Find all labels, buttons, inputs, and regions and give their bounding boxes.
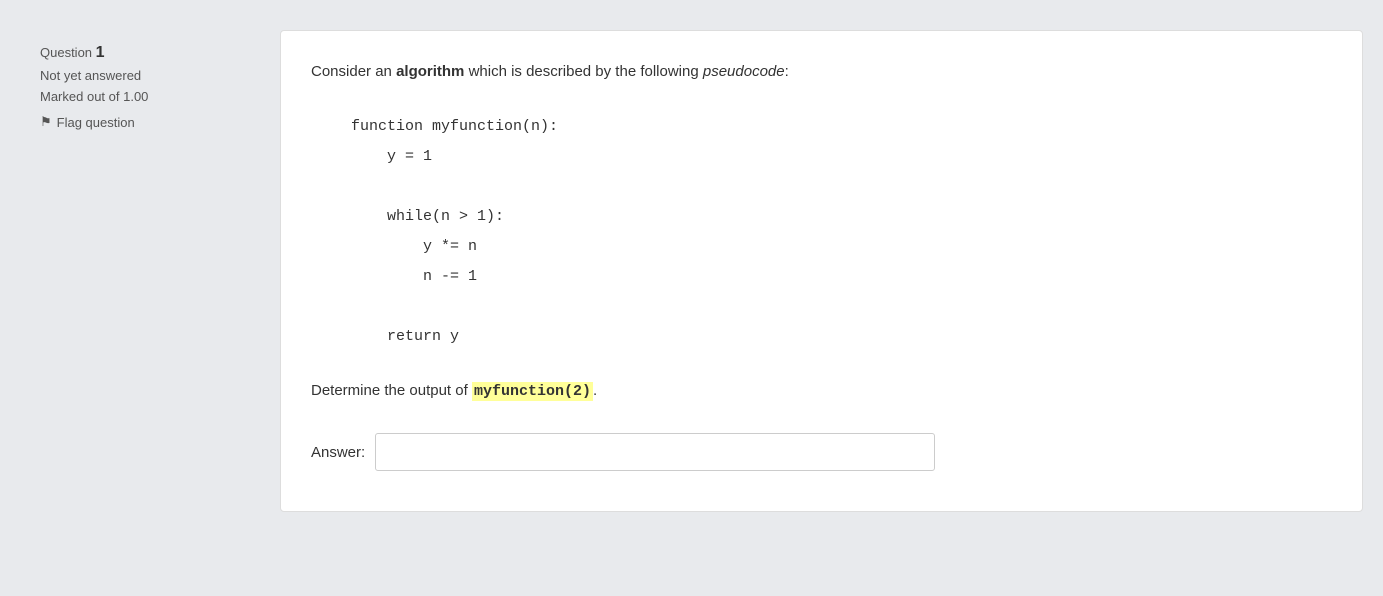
question-colon: :: [785, 63, 789, 80]
code-line-5: y *= n: [351, 232, 1332, 262]
determine-before: Determine the output of: [311, 382, 472, 399]
flag-icon: ⚑: [40, 114, 52, 130]
question-label: Question 1: [40, 44, 260, 62]
answer-label: Answer:: [311, 444, 365, 461]
intro-after-algo: which is described by the following: [464, 63, 702, 80]
code-block: function myfunction(n): y = 1 while(n > …: [351, 112, 1332, 352]
code-line-6: n -= 1: [351, 262, 1332, 292]
code-line-8: return y: [351, 322, 1332, 352]
determine-text: Determine the output of myfunction(2).: [311, 380, 1332, 404]
code-line-7: [351, 292, 1332, 322]
marked-out-of: Marked out of 1.00: [40, 89, 260, 104]
code-line-1: function myfunction(n):: [351, 112, 1332, 142]
code-line-4: while(n > 1):: [351, 202, 1332, 232]
determine-code: myfunction(2): [472, 382, 593, 401]
flag-label: Flag question: [57, 115, 135, 130]
question-text: Consider an algorithm which is described…: [311, 61, 1332, 84]
question-status: Not yet answered: [40, 68, 260, 83]
algo-word: algorithm: [396, 63, 464, 80]
determine-after: .: [593, 382, 597, 399]
sidebar: Question 1 Not yet answered Marked out o…: [20, 30, 280, 512]
answer-section: Answer:: [311, 433, 1332, 471]
code-line-2: y = 1: [351, 142, 1332, 172]
page-container: Question 1 Not yet answered Marked out o…: [20, 30, 1363, 512]
question-prefix: Question: [40, 45, 92, 60]
code-line-3: [351, 172, 1332, 202]
question-number: 1: [96, 44, 105, 61]
flag-question-button[interactable]: ⚑ Flag question: [40, 114, 260, 130]
intro-before-algo: Consider an: [311, 63, 396, 80]
pseudo-word: pseudocode: [703, 63, 785, 80]
answer-input[interactable]: [375, 433, 935, 471]
main-content: Consider an algorithm which is described…: [280, 30, 1363, 512]
